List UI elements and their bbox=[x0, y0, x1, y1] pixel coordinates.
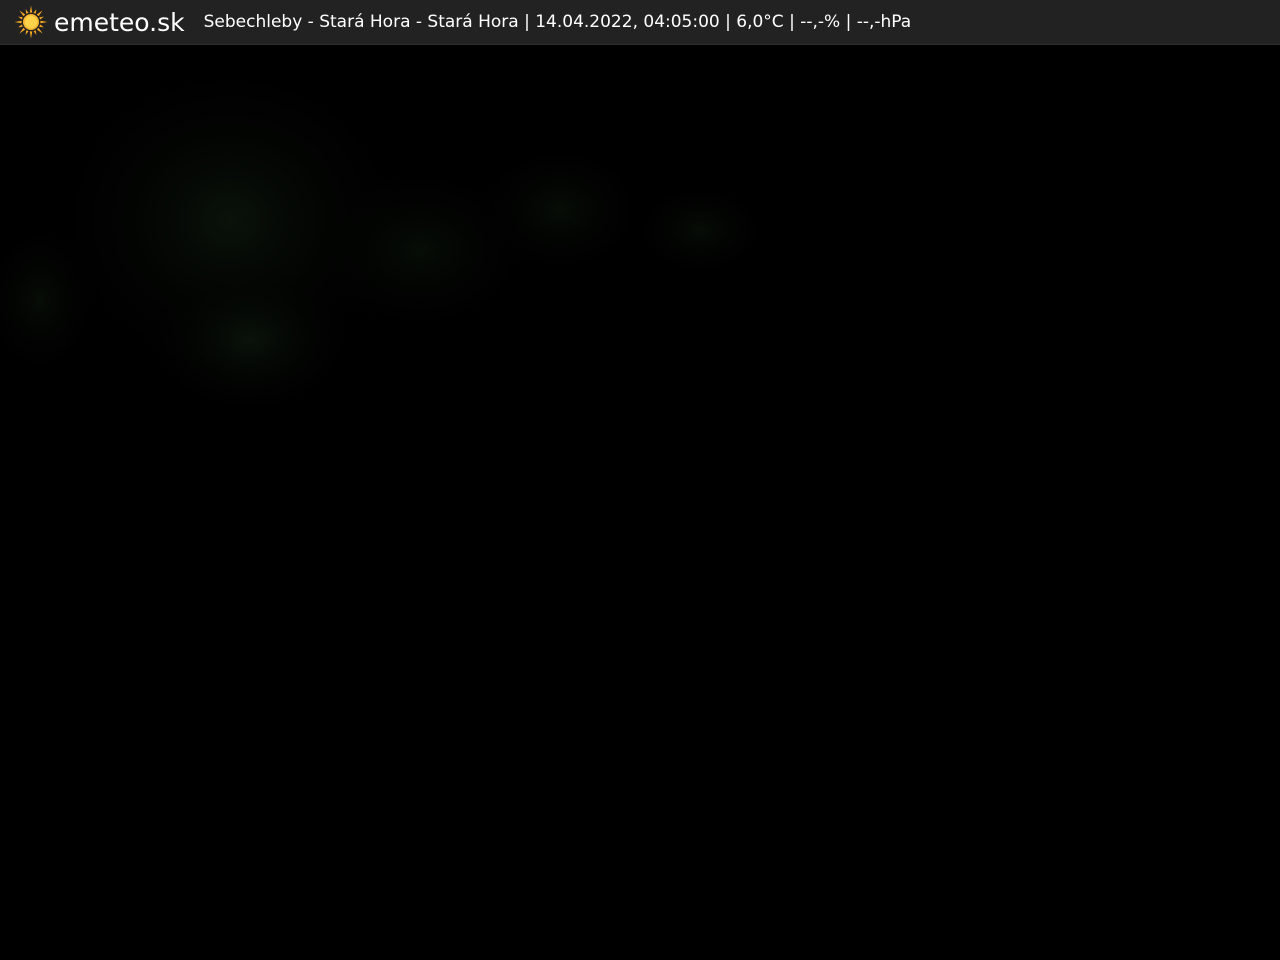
sun-ray bbox=[29, 31, 33, 39]
sun-ray bbox=[33, 30, 37, 35]
sun-ray bbox=[18, 16, 23, 20]
sun-icon bbox=[14, 5, 48, 39]
sun-ray bbox=[29, 5, 33, 13]
sun-ray bbox=[18, 24, 23, 28]
sun-ray bbox=[36, 27, 43, 34]
webcam-caption: Sebechleby - Stará Hora - Stará Hora | 1… bbox=[203, 11, 912, 32]
sun-ray bbox=[39, 16, 44, 20]
sun-ray bbox=[39, 24, 44, 28]
webcam-image bbox=[0, 0, 1280, 960]
sun-ray bbox=[19, 10, 26, 17]
sun-ray bbox=[19, 27, 26, 34]
brand-logo[interactable]: emeteo.sk bbox=[14, 0, 185, 45]
brand-name[interactable]: emeteo.sk bbox=[54, 0, 185, 45]
top-bar: emeteo.sk Sebechleby - Stará Hora - Star… bbox=[0, 0, 1280, 45]
sun-ray bbox=[40, 20, 48, 24]
sun-ray bbox=[25, 9, 29, 14]
sun-ray bbox=[33, 9, 37, 14]
sun-ray bbox=[36, 10, 43, 17]
sun-ray bbox=[25, 30, 29, 35]
sun-ray bbox=[14, 20, 22, 24]
night-scene-image bbox=[0, 45, 1280, 960]
